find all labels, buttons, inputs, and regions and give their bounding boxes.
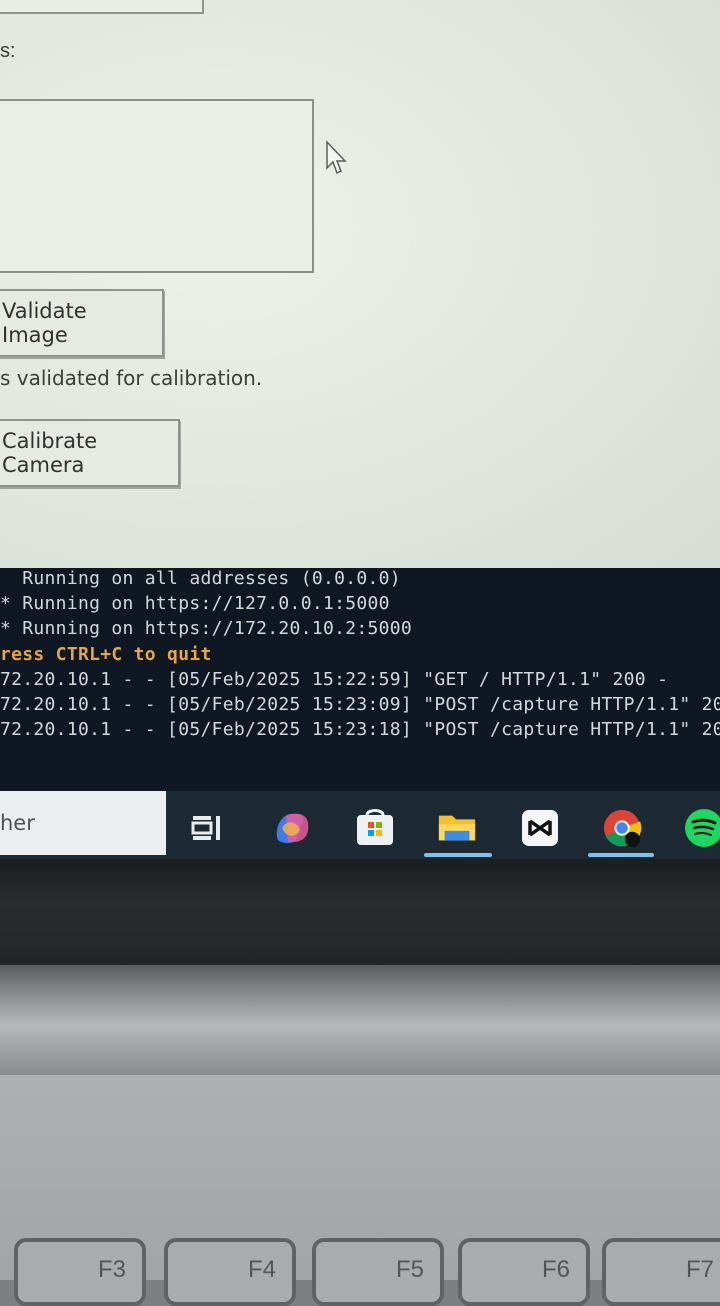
terminal-line: 72.20.10.1 - - [05/Feb/2025 15:23:18] "P… (0, 719, 720, 740)
taskbar-search-box[interactable]: her (0, 791, 166, 855)
calibrate-camera-button[interactable]: Calibrate Camera (0, 419, 180, 487)
terminal-quit-hint: ress CTRL+C to quit (0, 644, 212, 665)
terminal-line: Running on all addresses (0.0.0.0) (0, 568, 401, 589)
microsoft-store-icon[interactable] (355, 808, 395, 848)
laptop-bezel (0, 859, 720, 969)
copilot-icon[interactable] (272, 808, 312, 848)
status-message: s validated for calibration. (0, 366, 263, 390)
key-f3[interactable]: F3 (14, 1238, 146, 1306)
terminal-line: 72.20.10.1 - - [05/Feb/2025 15:23:09] "P… (0, 694, 720, 715)
capcut-icon[interactable] (520, 808, 560, 848)
key-f6[interactable]: F6 (458, 1238, 590, 1306)
key-f5[interactable]: F5 (312, 1238, 444, 1306)
top-input-box[interactable] (0, 0, 204, 14)
image-preview-box (0, 99, 314, 273)
active-app-indicator (424, 853, 492, 857)
terminal-window: Running on all addresses (0.0.0.0) * Run… (0, 568, 720, 793)
spotify-icon[interactable] (684, 808, 720, 848)
key-f7[interactable]: F7 (602, 1238, 720, 1306)
search-placeholder: her (0, 811, 35, 835)
mouse-cursor-icon (326, 140, 347, 175)
laptop-hinge (0, 965, 720, 1075)
active-app-indicator (588, 853, 654, 857)
terminal-line: * Running on https://172.20.10.2:5000 (0, 618, 413, 639)
web-app-page: s: Validate Image s validated for calibr… (0, 0, 720, 572)
chrome-icon[interactable] (602, 808, 642, 848)
key-f4[interactable]: F4 (164, 1238, 296, 1306)
terminal-line: 72.20.10.1 - - [05/Feb/2025 15:22:59] "G… (0, 669, 669, 690)
terminal-line: * Running on https://127.0.0.1:5000 (0, 593, 390, 614)
field-label: s: (0, 40, 16, 62)
file-explorer-icon[interactable] (437, 808, 477, 848)
task-view-icon[interactable] (188, 808, 228, 848)
validate-image-button[interactable]: Validate Image (0, 289, 164, 357)
